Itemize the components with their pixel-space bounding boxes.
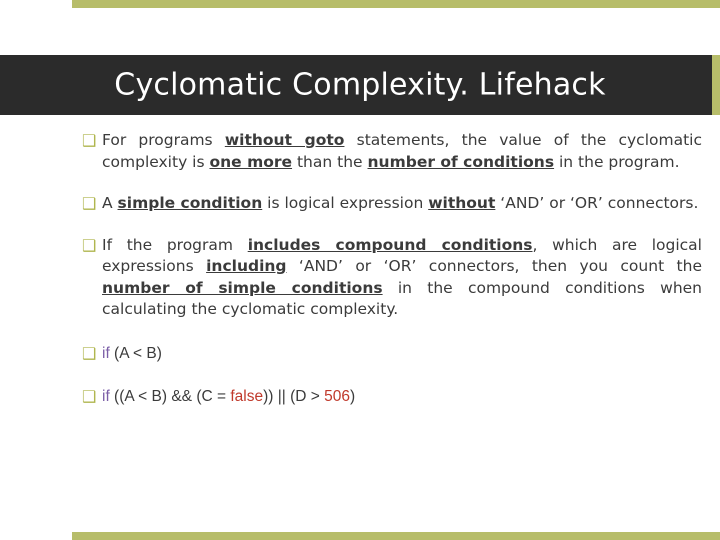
b3-part-0: If the program xyxy=(102,235,248,254)
b3-part-5: number of simple conditions xyxy=(102,278,383,297)
top-accent-bar xyxy=(72,0,720,8)
b1-part-4: than the xyxy=(292,152,368,171)
bullet-item-5: ❑ if ((A < B) && (C = false)) || (D > 50… xyxy=(82,386,702,408)
bullet-marker-icon: ❑ xyxy=(82,194,97,213)
bullet-text-1: For programs without goto statements, th… xyxy=(102,130,702,173)
b5-keyword: if xyxy=(102,388,110,405)
b1-part-3: one more xyxy=(209,152,293,171)
b1-part-6: in the program. xyxy=(554,152,680,171)
b5-expr-2: )) || (D > xyxy=(263,388,325,405)
page-title: Cyclomatic Complexity. Lifehack xyxy=(114,67,606,103)
bullet-text-2: A simple condition is logical expression… xyxy=(102,193,702,215)
b2-part-0: A xyxy=(102,194,118,212)
bullet-marker-icon: ❑ xyxy=(82,387,97,406)
bullet-item-3: ❑ If the program includes compound condi… xyxy=(82,235,702,321)
b5-value-false: false xyxy=(230,388,264,405)
title-band: Cyclomatic Complexity. Lifehack xyxy=(0,55,720,115)
b4-expr: (A < B) xyxy=(109,344,162,362)
b5-value-506: 506 xyxy=(324,388,350,405)
b3-part-4: ‘AND’ or ‘OR’ connectors, then you count… xyxy=(286,257,702,275)
b4-keyword: if xyxy=(102,344,110,362)
b2-part-4: ‘AND’ or ‘OR’ connectors. xyxy=(495,194,699,212)
slide: Cyclomatic Complexity. Lifehack ❑ For pr… xyxy=(0,0,720,540)
code-snippet-2: if ((A < B) && (C = false)) || (D > 506) xyxy=(102,386,355,408)
bullet-item-4: ❑ if (A < B) xyxy=(82,343,702,365)
b5-expr-1: ((A < B) && (C = xyxy=(109,388,231,405)
bullet-item-2: ❑ A simple condition is logical expressi… xyxy=(82,193,702,215)
bullet-marker-icon: ❑ xyxy=(82,235,97,255)
b2-part-2: is logical expression xyxy=(262,194,429,212)
bullet-marker-icon: ❑ xyxy=(82,343,97,363)
bottom-accent-bar xyxy=(72,532,720,540)
bullet-text-3: If the program includes compound conditi… xyxy=(102,235,702,321)
b2-part-1: simple condition xyxy=(117,194,263,212)
b1-part-1: without goto xyxy=(224,131,345,149)
b3-part-3: including xyxy=(206,257,287,275)
bullet-marker-icon: ❑ xyxy=(82,131,97,150)
b5-expr-3: ) xyxy=(349,388,356,405)
code-snippet-1: if (A < B) xyxy=(102,343,162,365)
b3-part-1: includes compound conditions xyxy=(247,235,533,254)
b1-part-0: For programs xyxy=(102,131,225,149)
title-band-accent xyxy=(712,55,720,115)
b2-part-3: without xyxy=(428,194,496,212)
slide-body: ❑ For programs without goto statements, … xyxy=(82,130,702,421)
b1-part-5: number of conditions xyxy=(367,152,555,171)
bullet-item-1: ❑ For programs without goto statements, … xyxy=(82,130,702,173)
